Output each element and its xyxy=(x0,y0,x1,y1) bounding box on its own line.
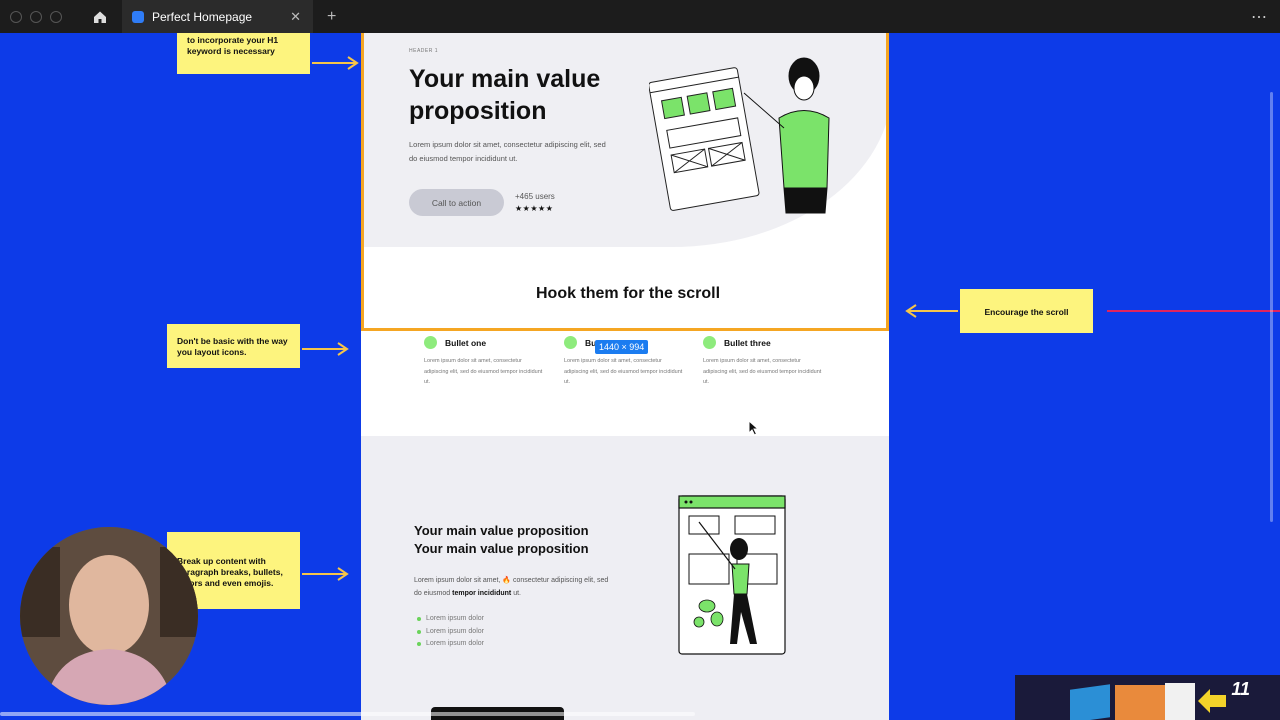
h1-keyword-note: to incorporate your H1 keyword is necess… xyxy=(177,33,310,74)
hero-eyebrow: HEADER 1 xyxy=(409,48,439,54)
thumbnail-number: 11 xyxy=(1231,679,1250,699)
wireframe-illustration xyxy=(649,57,830,214)
desc-text: ut. xyxy=(511,590,521,597)
hero-description: Lorem ipsum dolor sit amet, consectetur … xyxy=(409,140,606,163)
browser-top-bar: Perfect Homepage ✕ + ⋯ xyxy=(0,0,1280,33)
call-to-action-button[interactable]: Call to action xyxy=(409,189,504,216)
thumbnail-image-2 xyxy=(1115,685,1165,720)
video-thumbnail[interactable]: 11 xyxy=(1015,675,1280,720)
bullet-text: Lorem ipsum dolor sit amet, consectetur … xyxy=(703,358,822,385)
window-controls xyxy=(10,10,62,23)
red-guide-line xyxy=(1107,310,1280,312)
presenter-avatar xyxy=(20,527,198,705)
list-item: Lorem ipsum dolor xyxy=(417,638,484,651)
encourage-scroll-note: Encourage the scroll xyxy=(960,289,1093,333)
desc-bold-text: tempor incididunt xyxy=(452,590,512,597)
list-item: Lorem ipsum dolor xyxy=(417,613,484,626)
tab-title: Perfect Homepage xyxy=(152,9,253,24)
section2-description: Lorem ipsum dolor sit amet, 🔥 consectetu… xyxy=(414,574,614,600)
right-arrow-icon xyxy=(302,342,349,356)
bullet-title: Bullet three xyxy=(724,338,771,348)
mouse-cursor-icon xyxy=(748,420,760,436)
close-window-button[interactable] xyxy=(10,10,22,23)
hero-section-selected[interactable]: HEADER 1 Your main value proposition Lor… xyxy=(361,33,889,331)
vertical-scrollbar[interactable] xyxy=(1270,92,1273,522)
section2-title-line: Your main value proposition xyxy=(414,541,589,556)
minimize-window-button[interactable] xyxy=(30,10,42,23)
more-options-icon[interactable]: ⋯ xyxy=(1251,7,1268,27)
figma-file-icon xyxy=(132,10,144,23)
list-item: Lorem ipsum dolor xyxy=(417,626,484,639)
bullet-title: Bullet one xyxy=(445,338,487,348)
new-tab-button[interactable]: + xyxy=(327,8,336,26)
yellow-arrow-icon xyxy=(1198,689,1226,713)
bullet-icon xyxy=(703,336,716,349)
users-count: +465 users xyxy=(515,192,555,201)
bullet-icon xyxy=(424,336,437,349)
horizontal-scrollbar[interactable] xyxy=(0,712,695,716)
homepage-mockup[interactable]: HEADER 1 Your main value proposition Lor… xyxy=(361,33,889,720)
presenter-webcam xyxy=(20,527,198,705)
section2-title-line: Your main value proposition xyxy=(414,523,589,538)
person-drawing-illustration xyxy=(678,495,786,655)
home-icon[interactable] xyxy=(86,3,114,31)
hook-heading: Hook them for the scroll xyxy=(535,285,721,302)
right-arrow-icon xyxy=(312,56,359,70)
icons-layout-note: Don't be basic with the way you layout i… xyxy=(167,324,300,368)
thumbnail-image-3 xyxy=(1165,683,1195,720)
bullet-icon xyxy=(564,336,577,349)
left-arrow-icon xyxy=(905,304,958,318)
rating-stars: ★★★★★ xyxy=(515,204,554,213)
frame-size-badge: 1440 × 994 xyxy=(595,340,649,354)
bullet-text: Lorem ipsum dolor sit amet, consectetur … xyxy=(564,358,683,385)
thumbnail-image-1 xyxy=(1070,684,1110,720)
section2-list: Lorem ipsum dolor Lorem ipsum dolor Lore… xyxy=(417,613,484,651)
value-prop-section: Your main value proposition Your main va… xyxy=(361,436,889,720)
bullet-text: Lorem ipsum dolor sit amet, consectetur … xyxy=(424,358,543,385)
zoom-window-button[interactable] xyxy=(50,10,62,23)
hero-title: Your main value proposition xyxy=(409,65,601,125)
tab-perfect-homepage[interactable]: Perfect Homepage ✕ xyxy=(122,0,313,33)
right-arrow-icon xyxy=(302,567,349,581)
section2-title: Your main value proposition Your main va… xyxy=(414,522,589,558)
close-tab-icon[interactable]: ✕ xyxy=(290,9,301,25)
